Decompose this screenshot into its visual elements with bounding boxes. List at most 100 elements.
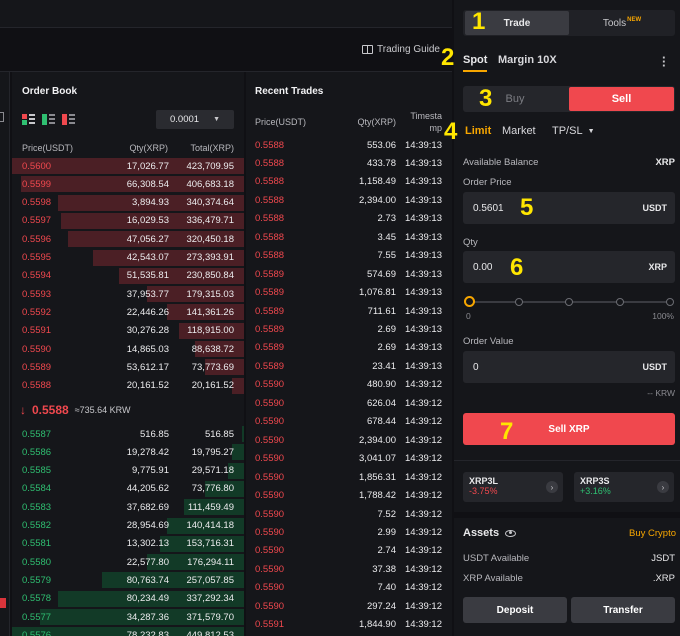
- trade-time: 14:39:13: [405, 342, 442, 354]
- order-book-row[interactable]: 0.5584 44,205.62 73,776.80: [12, 480, 244, 498]
- ob-price: 0.5586: [22, 446, 52, 458]
- trade-row: 0.5589 23.41 14:39:13: [246, 357, 452, 375]
- precision-select[interactable]: 0.0001 ▼: [156, 110, 234, 129]
- buy-crypto-link[interactable]: Buy Crypto: [629, 528, 676, 539]
- market-tab[interactable]: Market: [502, 125, 536, 137]
- trade-row: 0.5589 711.61 14:39:13: [246, 302, 452, 320]
- both-sides-view-icon[interactable]: [22, 114, 35, 125]
- order-book-row[interactable]: 0.5589 53,612.17 73,773.69: [12, 358, 244, 376]
- order-book-row[interactable]: 0.5578 80,234.49 337,292.34: [12, 590, 244, 608]
- tools-tab[interactable]: Tools NEW: [572, 11, 672, 35]
- order-book-row[interactable]: 0.5583 37,682.69 111,459.49: [12, 498, 244, 516]
- asks-view-icon[interactable]: [62, 114, 75, 125]
- margin-tab[interactable]: Margin 10X: [498, 54, 557, 66]
- slider-step-100[interactable]: [666, 298, 674, 306]
- trade-qty: 711.61: [367, 305, 396, 317]
- ob-qty: 19,278.42: [126, 446, 169, 458]
- ob-total: 19,795.27: [191, 446, 234, 458]
- etf-xrp3s-card[interactable]: XRP3S +3.16% ›: [574, 472, 674, 502]
- trade-price: 0.5588: [255, 213, 285, 225]
- order-book-row[interactable]: 0.5597 16,029.53 336,479.71: [12, 212, 244, 230]
- ob-qty: 9,775.91: [132, 465, 169, 477]
- sell-toggle[interactable]: Sell: [569, 87, 674, 111]
- limit-tab[interactable]: Limit: [465, 125, 491, 137]
- trade-row: 0.5591 1,844.90 14:39:12: [246, 616, 452, 634]
- tpsl-tab-label: TP/SL: [552, 125, 583, 137]
- ob-qty: 37,682.69: [126, 501, 169, 513]
- trade-price: 0.5590: [255, 545, 285, 557]
- trade-price: 0.5588: [255, 231, 285, 243]
- ob-total: 118,915.00: [187, 325, 234, 337]
- slider-step-25[interactable]: [515, 298, 523, 306]
- sell-xrp-button[interactable]: Sell XRP: [463, 413, 675, 445]
- order-book-row[interactable]: 0.5593 37,953.77 179,315.03: [12, 285, 244, 303]
- order-price-input[interactable]: 0.5601 USDT: [463, 192, 675, 224]
- slider-step-75[interactable]: [616, 298, 624, 306]
- rt-price-header: Price(USDT): [255, 117, 306, 127]
- order-book-row[interactable]: 0.5586 19,278.42 19,795.27: [12, 443, 244, 461]
- order-book-row[interactable]: 0.5588 20,161.52 20,161.52: [12, 377, 244, 395]
- etf-xrp3l-card[interactable]: XRP3L -3.75% ›: [463, 472, 563, 502]
- trade-qty: 626.04: [366, 397, 396, 409]
- tpsl-tab[interactable]: TP/SL ▼: [552, 125, 595, 137]
- trade-time: 14:39:12: [405, 379, 442, 391]
- order-book-row[interactable]: 0.5600 17,026.77 423,709.95: [12, 157, 244, 175]
- order-book-row[interactable]: 0.5592 22,446.26 141,361.26: [12, 303, 244, 321]
- deposit-button[interactable]: Deposit: [463, 597, 567, 623]
- trade-time: 14:39:13: [405, 139, 442, 151]
- ob-qty: 47,056.27: [126, 233, 169, 245]
- order-book-row[interactable]: 0.5582 28,954.69 140,414.18: [12, 517, 244, 535]
- transfer-button[interactable]: Transfer: [571, 597, 675, 623]
- order-book-row[interactable]: 0.5581 13,302.13 153,716.31: [12, 535, 244, 553]
- trade-qty: 678.44: [366, 416, 396, 428]
- order-book-row[interactable]: 0.5591 30,276.28 118,915.00: [12, 322, 244, 340]
- ob-total: 73,773.69: [191, 361, 234, 373]
- spot-tab[interactable]: Spot: [463, 54, 487, 66]
- ob-price: 0.5580: [22, 556, 52, 568]
- trade-price: 0.5590: [255, 397, 285, 409]
- order-book-row[interactable]: 0.5576 78,232.83 449,812.53: [12, 626, 244, 636]
- order-book-row[interactable]: 0.5595 42,543.07 273,393.91: [12, 249, 244, 267]
- qty-input[interactable]: 0.00 XRP: [463, 251, 675, 283]
- ob-qty: 13,302.13: [126, 538, 169, 550]
- ob-price: 0.5582: [22, 520, 52, 531]
- order-book-row[interactable]: 0.5587 516.85 516.85: [12, 425, 244, 443]
- qty-slider[interactable]: [464, 296, 674, 307]
- slider-handle[interactable]: [464, 296, 475, 307]
- more-options-icon[interactable]: · · ·: [662, 51, 666, 72]
- eye-icon[interactable]: [505, 529, 517, 537]
- trade-qty: 2,394.00: [359, 194, 396, 206]
- ob-total: 29,571.18: [191, 465, 234, 477]
- order-book-row[interactable]: 0.5579 80,763.74 257,057.85: [12, 571, 244, 589]
- order-book-row[interactable]: 0.5594 51,535.81 230,850.84: [12, 267, 244, 285]
- rt-time-header-line2: mp: [429, 123, 442, 133]
- ob-qty: 78,232.83: [126, 629, 169, 636]
- usdt-available-label: USDT Available: [463, 553, 530, 564]
- order-price-unit: USDT: [642, 203, 668, 213]
- trade-qty: 2.69: [377, 342, 397, 354]
- order-book-row[interactable]: 0.5577 34,287.36 371,579.70: [12, 608, 244, 626]
- order-value-input[interactable]: 0 USDT: [463, 351, 675, 383]
- trade-row: 0.5589 2.69 14:39:13: [246, 321, 452, 339]
- order-book-row[interactable]: 0.5590 14,865.03 88,638.72: [12, 340, 244, 358]
- ob-total: 20,161.52: [191, 380, 234, 392]
- bids-view-icon[interactable]: [42, 114, 55, 125]
- collapse-handle-icon[interactable]: [0, 112, 4, 122]
- ob-price: 0.5593: [22, 288, 52, 300]
- trade-time: 14:39:13: [405, 231, 442, 243]
- ob-qty: 80,234.49: [126, 593, 169, 605]
- order-book-row[interactable]: 0.5596 47,056.27 320,450.18: [12, 230, 244, 248]
- callout-2: 2: [441, 44, 455, 71]
- trade-price: 0.5590: [255, 416, 285, 428]
- order-book-row[interactable]: 0.5599 66,308.54 406,683.18: [12, 175, 244, 193]
- trade-time: 14:39:12: [405, 453, 442, 465]
- order-book-row[interactable]: 0.5585 9,775.91 29,571.18: [12, 462, 244, 480]
- trade-price: 0.5590: [255, 582, 285, 594]
- trading-guide-link[interactable]: Trading Guide: [362, 44, 440, 55]
- trade-qty: 37.38: [372, 563, 396, 575]
- slider-step-50[interactable]: [565, 298, 573, 306]
- order-book-row[interactable]: 0.5580 22,577.80 176,294.11: [12, 553, 244, 571]
- assets-title: Assets: [463, 527, 500, 539]
- order-book-row[interactable]: 0.5598 3,894.93 340,374.64: [12, 194, 244, 212]
- order-value-label: Order Value: [463, 336, 514, 347]
